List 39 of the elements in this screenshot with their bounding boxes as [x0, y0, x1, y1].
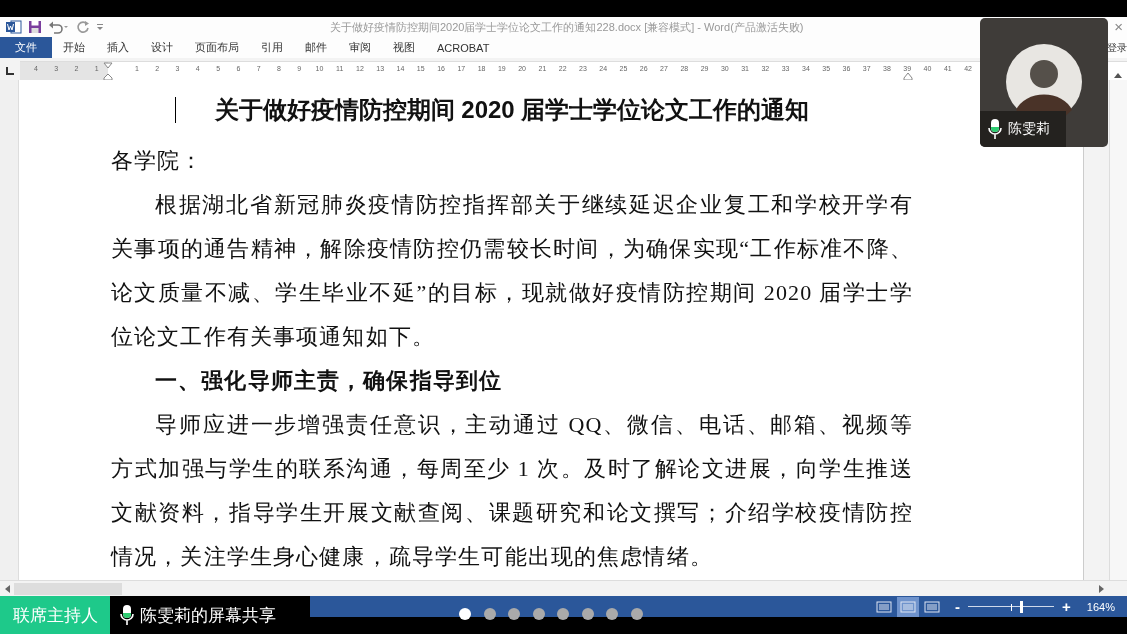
body-paragraph: 导师应进一步增强责任意识，主动通过 QQ、微信、电话、邮箱、视频等方式加强与学生的联系沟通，每周至少 1 次。及时了解论文进展，向学生推送文献资料，指导学生开展文献查阅、课题研究和论文撰写；介绍学校疫情防控情况，关注学生身心健康，疏导学生可能出现的焦虑情绪。	[111, 411, 913, 571]
zoom-out-button[interactable]: -	[953, 598, 963, 615]
ribbon-tab[interactable]: 文件	[0, 37, 52, 58]
scroll-up-icon[interactable]	[1113, 72, 1123, 78]
scroll-left-icon[interactable]	[4, 583, 10, 594]
undo-icon[interactable]	[48, 20, 70, 34]
salutation-text: 各学院：	[111, 147, 205, 175]
ribbon-tab[interactable]: 开始	[52, 37, 96, 58]
word-icon[interactable]	[6, 20, 22, 34]
scroll-right-icon[interactable]	[1099, 583, 1105, 594]
ribbon-tab[interactable]: ACROBAT	[426, 37, 501, 58]
host-label: 联席主持人	[0, 596, 110, 634]
tab-selector-icon[interactable]	[6, 67, 14, 75]
body-paragraph: 根据湖北省新冠肺炎疫情防控指挥部关于继续延迟企业复工和学校开学有关事项的通告精神，解除疫情防控仍需较长时间，为确保实现“工作标准不降、论文质量不减、学生毕业不延”的目标，现就做好疫情防控期间 2020 届学士学位论文工作有关事项通知如下。	[111, 191, 913, 351]
save-icon[interactable]	[28, 20, 42, 34]
ribbon-tab[interactable]: 审阅	[338, 37, 382, 58]
close-button[interactable]: ×	[1112, 17, 1125, 37]
window-title: 关于做好疫情防控期间2020届学士学位论文工作的通知228.docx [兼容模式] - Word(产品激活失败)	[330, 19, 804, 35]
horizontal-scrollbar[interactable]	[0, 580, 1127, 596]
ribbon-tab[interactable]: 插入	[96, 37, 140, 58]
zoom-in-button[interactable]: +	[1060, 598, 1073, 615]
ribbon-tab[interactable]: 视图	[382, 37, 426, 58]
ribbon-tab[interactable]: 邮件	[294, 37, 338, 58]
share-text: 陈雯莉的屏幕共享	[140, 604, 276, 627]
redo-icon[interactable]	[76, 20, 90, 34]
ribbon-tab[interactable]: 设计	[140, 37, 184, 58]
section-heading: 一、强化导师主责，确保指导到位	[154, 367, 504, 395]
ribbon-tab[interactable]: 页面布局	[184, 37, 250, 58]
indent-marker-icon[interactable]	[103, 62, 113, 80]
zoom-level-text: 164%	[1086, 600, 1115, 613]
participant-name: 陈雯莉	[1008, 120, 1050, 138]
customize-caret-icon[interactable]	[96, 23, 104, 31]
view-mode-button[interactable]	[897, 596, 920, 617]
document-title: 关于做好疫情防控期间 2020 届学士学位论文工作的通知	[214, 96, 810, 123]
login-link[interactable]: 登录	[1107, 41, 1127, 55]
microphone-icon	[120, 604, 134, 626]
text-cursor	[175, 97, 176, 123]
microphone-icon	[988, 118, 1002, 140]
ribbon-tab[interactable]: 引用	[250, 37, 294, 58]
